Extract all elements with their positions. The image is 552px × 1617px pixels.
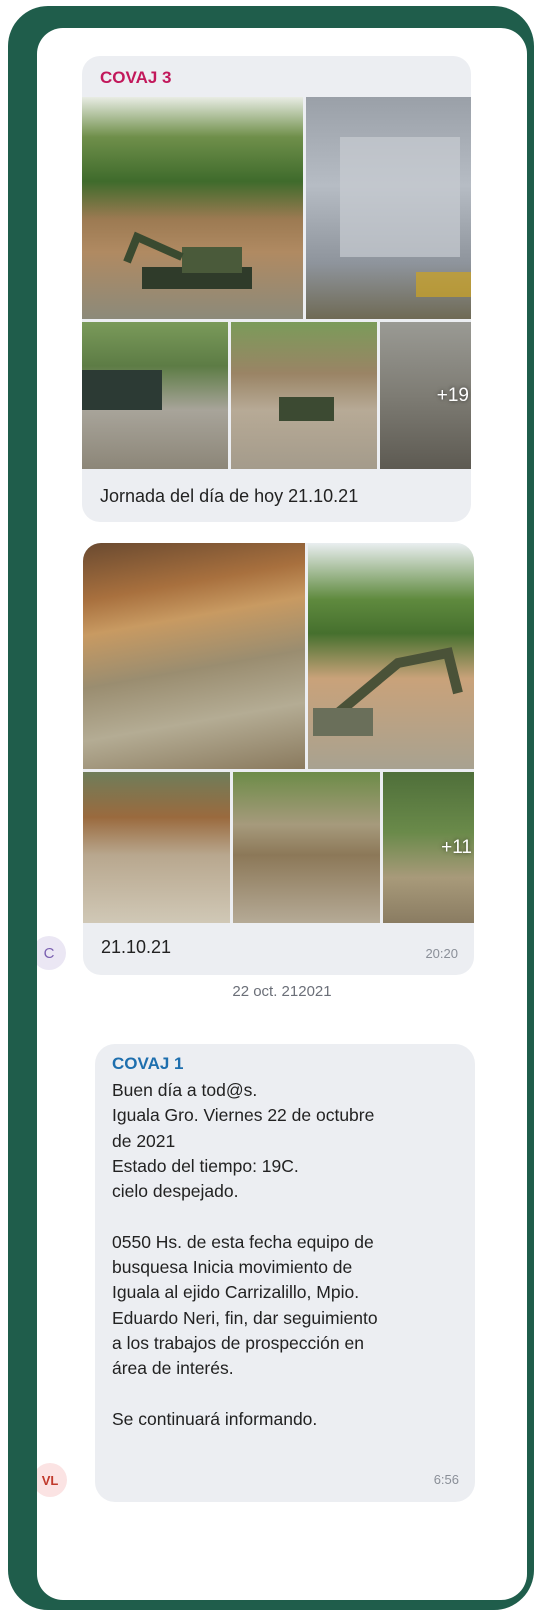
phone-frame: COVAJ 3 +19 Jornada del día de hoy 21.10… xyxy=(8,6,534,1610)
photo-excavator-trees[interactable] xyxy=(308,543,474,769)
excavator-arm-icon xyxy=(313,647,463,736)
more-photos-count[interactable]: +11 xyxy=(441,772,474,923)
photo-slope-digging[interactable] xyxy=(233,772,380,923)
photo-truck-slope[interactable] xyxy=(82,322,228,469)
photo-strata-wall[interactable] xyxy=(83,772,230,923)
more-photos-count[interactable]: +19 xyxy=(437,322,471,469)
sender-name[interactable]: COVAJ 1 xyxy=(112,1054,184,1074)
message-caption: 21.10.21 xyxy=(101,937,172,957)
message-time: 20:20 xyxy=(425,946,458,961)
photo-grid: +19 xyxy=(82,97,471,469)
photo-cliff-more[interactable]: +11 xyxy=(383,772,474,923)
album-message-covaj3[interactable]: COVAJ 3 +19 Jornada del día de hoy 21.10… xyxy=(82,56,471,522)
text-message-covaj1[interactable]: COVAJ 1 Buen día a tod@s. Iguala Gro. Vi… xyxy=(95,1044,475,1502)
message-time: 6:56 xyxy=(433,1472,459,1487)
avatar[interactable]: VL xyxy=(37,1463,67,1497)
album-message-2[interactable]: +11 21.10.21 20:20 xyxy=(83,543,474,975)
chat-screen: COVAJ 3 +19 Jornada del día de hoy 21.10… xyxy=(37,28,527,1600)
photo-rock-face-more[interactable]: +19 xyxy=(380,322,471,469)
photo-blurred-document[interactable] xyxy=(306,97,471,319)
photo-excavator-rocks[interactable] xyxy=(231,322,377,469)
photo-grid: +11 xyxy=(83,543,474,923)
avatar[interactable]: C xyxy=(37,936,66,970)
excavator-icon xyxy=(123,231,252,289)
message-caption: Jornada del día de hoy 21.10.21 xyxy=(100,486,359,506)
date-separator: 22 oct. 212021 xyxy=(232,983,332,1000)
photo-excavator-hillside[interactable] xyxy=(82,97,303,319)
sender-name[interactable]: COVAJ 3 xyxy=(100,68,172,88)
message-body: Buen día a tod@s. Iguala Gro. Viernes 22… xyxy=(112,1080,378,1429)
photo-layered-rock[interactable] xyxy=(83,543,305,769)
